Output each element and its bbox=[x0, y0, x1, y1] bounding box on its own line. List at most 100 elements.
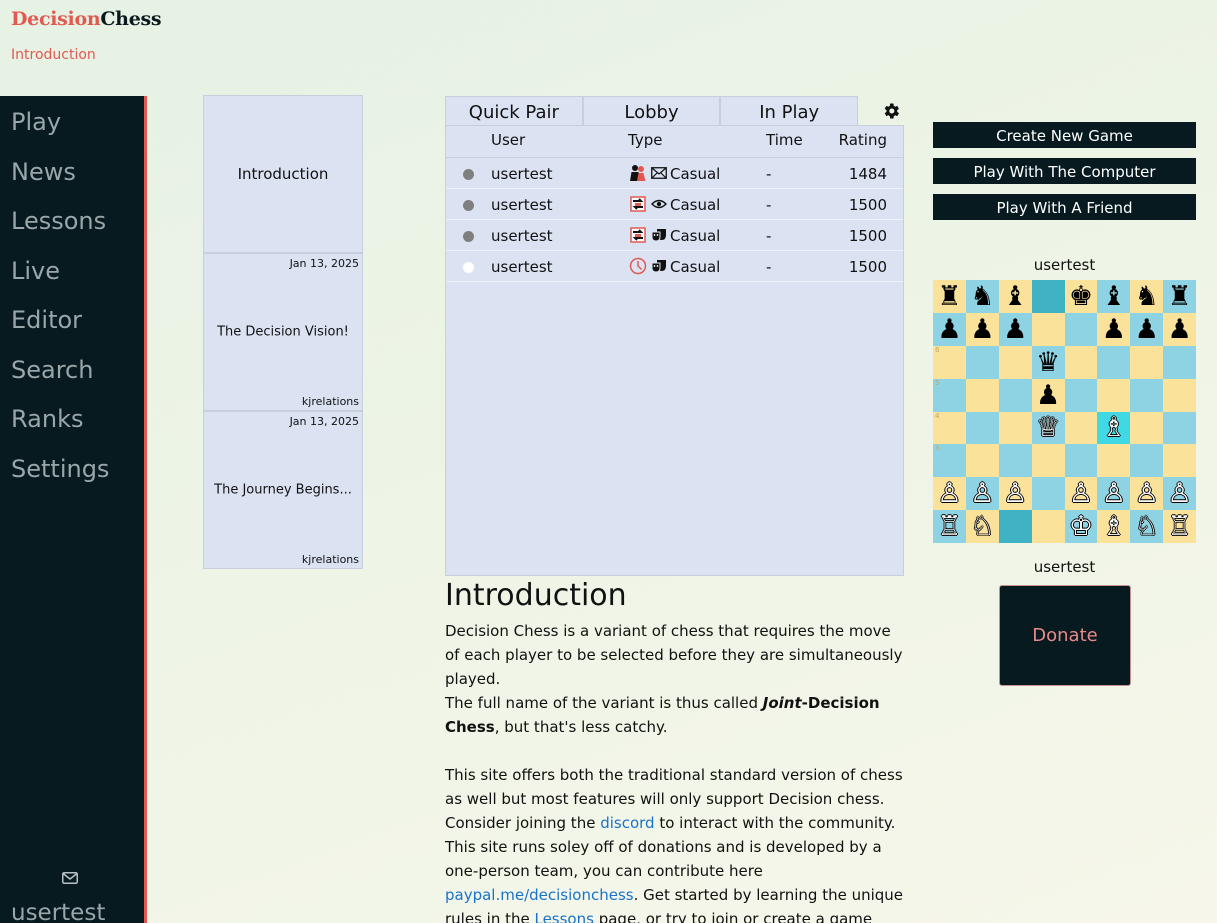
sidebar-item-play[interactable]: Play bbox=[0, 96, 144, 146]
board-square[interactable] bbox=[1064, 411, 1098, 445]
board-square[interactable] bbox=[1163, 345, 1196, 379]
table-row[interactable]: usertest Casual - 1500 bbox=[446, 220, 903, 251]
chess-board[interactable]: ♜ ♞ ♝ ♚ ♝ ♞ ♜ ♟ ♟ ♟ ♟ ♟ ♟ 6 ♛ 5 ♟ 4 ♕ ♗ 3 ♙ ♙ ♙ ♙ ♙ ♙ ♙ ♖ ♘ ♔ ♗ ♘ ♖ bbox=[933, 280, 1196, 543]
white-pawn-icon[interactable]: ♙ bbox=[937, 480, 961, 507]
black-bishop-icon[interactable]: ♝ bbox=[1003, 283, 1027, 310]
board-square[interactable] bbox=[1031, 477, 1065, 511]
board-square[interactable]: ♙ bbox=[1130, 477, 1164, 511]
board-square[interactable]: ♙ bbox=[998, 477, 1032, 511]
board-square[interactable]: ♖ bbox=[933, 510, 966, 543]
board-square[interactable] bbox=[1064, 378, 1098, 412]
board-square[interactable]: ♜ bbox=[933, 280, 966, 313]
tab-in-play[interactable]: In Play bbox=[720, 96, 859, 126]
board-square[interactable] bbox=[1031, 510, 1065, 543]
board-square[interactable]: ♚ bbox=[1064, 280, 1098, 313]
board-square[interactable]: ♔ bbox=[1064, 510, 1098, 543]
white-bishop-icon[interactable]: ♗ bbox=[1102, 513, 1126, 540]
black-pawn-icon[interactable]: ♟ bbox=[937, 316, 961, 343]
board-square[interactable] bbox=[1031, 280, 1065, 313]
discord-link[interactable]: discord bbox=[600, 814, 654, 832]
white-pawn-icon[interactable]: ♙ bbox=[970, 480, 994, 507]
board-square[interactable] bbox=[1064, 345, 1098, 379]
board-square[interactable] bbox=[965, 378, 999, 412]
black-bishop-icon[interactable]: ♝ bbox=[1102, 283, 1126, 310]
board-square[interactable]: 5 bbox=[933, 378, 966, 412]
white-bishop-icon[interactable]: ♗ bbox=[1102, 414, 1126, 441]
board-square[interactable]: ♙ bbox=[933, 477, 966, 511]
white-pawn-icon[interactable]: ♙ bbox=[1069, 480, 1093, 507]
board-square[interactable] bbox=[965, 411, 999, 445]
board-square[interactable]: ♝ bbox=[1097, 280, 1131, 313]
board-square[interactable]: 3 bbox=[933, 444, 966, 478]
board-square[interactable]: 4 bbox=[933, 411, 966, 445]
white-pawn-icon[interactable]: ♙ bbox=[1102, 480, 1126, 507]
white-queen-icon[interactable]: ♕ bbox=[1036, 414, 1060, 441]
board-square[interactable]: ♗ bbox=[1097, 411, 1131, 445]
sidebar-item-ranks[interactable]: Ranks bbox=[0, 393, 144, 443]
board-square[interactable] bbox=[1031, 444, 1065, 478]
table-row[interactable]: usertest Casual - 1500 bbox=[446, 189, 903, 220]
board-square[interactable] bbox=[1130, 411, 1164, 445]
board-square[interactable] bbox=[1097, 378, 1131, 412]
breadcrumb[interactable]: Introduction bbox=[11, 47, 96, 63]
board-square[interactable]: ♟ bbox=[1163, 312, 1196, 346]
news-card[interactable]: Jan 13, 2025 The Journey Begins... kjrel… bbox=[203, 411, 363, 569]
board-square[interactable] bbox=[998, 411, 1032, 445]
play-friend-button[interactable]: Play With A Friend bbox=[933, 194, 1196, 220]
board-square[interactable] bbox=[965, 345, 999, 379]
board-square[interactable]: ♙ bbox=[1163, 477, 1196, 511]
board-square[interactable] bbox=[1130, 378, 1164, 412]
board-square[interactable]: ♜ bbox=[1163, 280, 1196, 313]
board-square[interactable]: 6 bbox=[933, 345, 966, 379]
play-computer-button[interactable]: Play With The Computer bbox=[933, 158, 1196, 184]
col-type[interactable]: Type bbox=[628, 131, 662, 149]
sidebar-item-news[interactable]: News bbox=[0, 146, 144, 196]
board-square[interactable]: ♛ bbox=[1031, 345, 1065, 379]
board-square[interactable]: ♘ bbox=[965, 510, 999, 543]
sidebar-item-settings[interactable]: Settings bbox=[0, 443, 144, 493]
col-user[interactable]: User bbox=[491, 131, 525, 149]
white-knight-icon[interactable]: ♘ bbox=[1135, 513, 1159, 540]
white-knight-icon[interactable]: ♘ bbox=[970, 513, 994, 540]
black-rook-icon[interactable]: ♜ bbox=[1167, 283, 1191, 310]
white-rook-icon[interactable]: ♖ bbox=[937, 513, 961, 540]
col-time[interactable]: Time bbox=[766, 131, 803, 149]
envelope-icon[interactable] bbox=[62, 872, 78, 884]
board-square[interactable]: ♟ bbox=[1097, 312, 1131, 346]
board-square[interactable] bbox=[1064, 312, 1098, 346]
board-square[interactable] bbox=[1097, 444, 1131, 478]
board-square[interactable] bbox=[1163, 411, 1196, 445]
board-square[interactable]: ♞ bbox=[1130, 280, 1164, 313]
paypal-link[interactable]: paypal.me/decisionchess bbox=[445, 886, 634, 904]
board-square[interactable]: ♞ bbox=[965, 280, 999, 313]
black-knight-icon[interactable]: ♞ bbox=[970, 283, 994, 310]
black-pawn-icon[interactable]: ♟ bbox=[1135, 316, 1159, 343]
tab-lobby[interactable]: Lobby bbox=[582, 96, 721, 126]
board-square[interactable] bbox=[1130, 444, 1164, 478]
black-pawn-icon[interactable]: ♟ bbox=[1102, 316, 1126, 343]
board-square[interactable] bbox=[1097, 345, 1131, 379]
tab-quick-pair[interactable]: Quick Pair bbox=[445, 96, 583, 126]
board-square[interactable]: ♕ bbox=[1031, 411, 1065, 445]
white-rook-icon[interactable]: ♖ bbox=[1167, 513, 1191, 540]
sidebar-item-lessons[interactable]: Lessons bbox=[0, 195, 144, 245]
table-row[interactable]: usertest Casual - 1500 bbox=[446, 251, 903, 282]
col-rating[interactable]: Rating bbox=[839, 131, 887, 149]
board-square[interactable] bbox=[1163, 444, 1196, 478]
white-pawn-icon[interactable]: ♙ bbox=[1003, 480, 1027, 507]
board-square[interactable] bbox=[1064, 444, 1098, 478]
board-square[interactable] bbox=[1031, 312, 1065, 346]
brand-logo[interactable]: DecisionChess bbox=[11, 8, 162, 30]
sidebar-item-live[interactable]: Live bbox=[0, 245, 144, 295]
sidebar-item-search[interactable]: Search bbox=[0, 344, 144, 394]
board-square[interactable] bbox=[1130, 345, 1164, 379]
white-pawn-icon[interactable]: ♙ bbox=[1167, 480, 1191, 507]
board-square[interactable]: ♗ bbox=[1097, 510, 1131, 543]
board-square[interactable]: ♟ bbox=[965, 312, 999, 346]
lessons-link[interactable]: Lessons bbox=[534, 910, 593, 923]
black-queen-icon[interactable]: ♛ bbox=[1036, 349, 1060, 376]
board-square[interactable]: ♝ bbox=[998, 280, 1032, 313]
board-square[interactable] bbox=[998, 345, 1032, 379]
board-square[interactable] bbox=[1163, 378, 1196, 412]
board-square[interactable]: ♘ bbox=[1130, 510, 1164, 543]
